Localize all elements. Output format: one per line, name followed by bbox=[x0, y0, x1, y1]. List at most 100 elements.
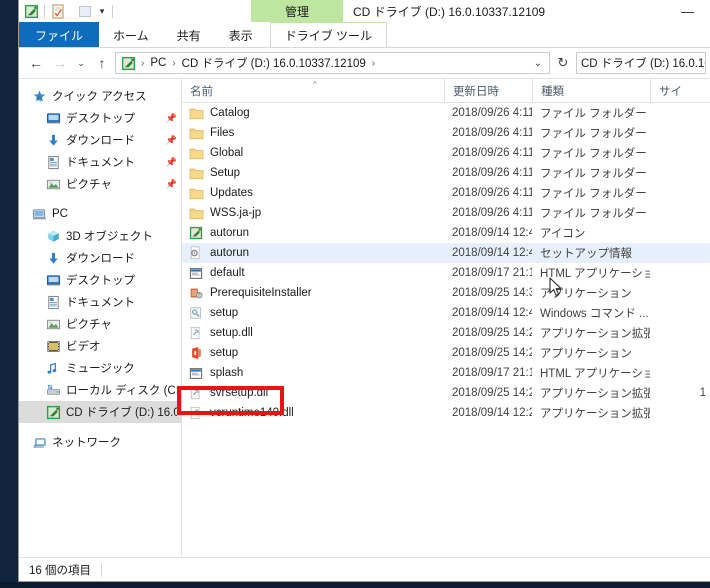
address-dropdown-icon[interactable]: ⌄ bbox=[529, 58, 547, 69]
file-name-cell: setup bbox=[182, 305, 444, 321]
dll-icon bbox=[188, 405, 204, 421]
table-row[interactable]: setup 2018/09/14 12:49 Windows コマンド ... bbox=[182, 303, 710, 323]
tab-view[interactable]: 表示 bbox=[215, 22, 267, 48]
folder-icon bbox=[188, 165, 204, 181]
sidebar-item-pc[interactable]: PC bbox=[19, 203, 181, 225]
table-row[interactable]: autorun 2018/09/14 12:49 アイコン bbox=[182, 223, 710, 243]
table-row[interactable]: Catalog 2018/09/26 4:11 ファイル フォルダー bbox=[182, 103, 710, 123]
breadcrumb-item-pc[interactable]: PC bbox=[147, 57, 169, 69]
dll-icon bbox=[188, 385, 204, 401]
dll-icon bbox=[188, 325, 204, 341]
cd-drive-icon[interactable] bbox=[21, 1, 41, 21]
column-header-name[interactable]: ^ 名前 bbox=[182, 79, 444, 102]
sidebar-item-desktop[interactable]: デスクトップ 📌 bbox=[19, 107, 181, 129]
pin-icon[interactable]: 📌 bbox=[166, 157, 177, 168]
column-header-date[interactable]: 更新日時 bbox=[444, 79, 532, 102]
nav-group-gap-1 bbox=[19, 195, 181, 203]
table-row[interactable]: vcruntime140.dll 2018/09/14 12:28 アプリケーシ… bbox=[182, 403, 710, 423]
sidebar-item-downloads[interactable]: ダウンロード 📌 bbox=[19, 129, 181, 151]
file-name-cell: default bbox=[182, 265, 444, 281]
table-row[interactable]: Updates 2018/09/26 4:11 ファイル フォルダー bbox=[182, 183, 710, 203]
breadcrumb-root-icon-wrap[interactable] bbox=[119, 56, 138, 71]
sidebar-item-label: ドキュメント bbox=[66, 157, 135, 169]
file-size-cell: 1 bbox=[699, 387, 706, 399]
sidebar-item-pictures-pc[interactable]: ピクチャ bbox=[19, 313, 181, 335]
file-type-cell: アプリケーション bbox=[540, 288, 632, 300]
desktop-icon bbox=[45, 110, 61, 126]
documents-icon bbox=[45, 154, 61, 170]
new-folder-icon[interactable] bbox=[75, 1, 95, 21]
recent-locations-button[interactable]: ⌄ bbox=[73, 52, 89, 74]
sidebar-item-documents[interactable]: ドキュメント 📌 bbox=[19, 151, 181, 173]
sidebar-item-label: ピクチャ bbox=[66, 319, 112, 331]
file-name-text: splash bbox=[210, 367, 244, 379]
file-name-text: vcruntime140.dll bbox=[210, 407, 294, 419]
file-type-cell: ファイル フォルダー bbox=[540, 108, 647, 120]
sidebar-item-local-disk-c[interactable]: ローカル ディスク (C:) bbox=[19, 379, 181, 401]
file-date-cell: 2018/09/26 4:11 bbox=[452, 107, 532, 119]
sort-ascending-icon: ^ bbox=[313, 80, 317, 89]
sidebar-item-desktop-pc[interactable]: デスクトップ bbox=[19, 269, 181, 291]
videos-icon bbox=[45, 338, 61, 354]
pin-icon[interactable]: 📌 bbox=[166, 113, 177, 124]
file-name-cell: Files bbox=[182, 125, 444, 141]
table-row[interactable]: default 2018/09/17 21:17 HTML アプリケーション bbox=[182, 263, 710, 283]
table-row[interactable]: PrerequisiteInstaller 2018/09/25 14:32 ア… bbox=[182, 283, 710, 303]
table-row[interactable]: svrsetup.dll 2018/09/25 14:27 アプリケーション拡張… bbox=[182, 383, 710, 403]
file-name-text: Updates bbox=[210, 187, 253, 199]
forward-button[interactable]: → bbox=[49, 52, 71, 74]
installer-icon bbox=[188, 285, 204, 301]
table-row[interactable]: setup 2018/09/25 14:26 アプリケーション bbox=[182, 343, 710, 363]
table-row[interactable]: Setup 2018/09/26 4:11 ファイル フォルダー bbox=[182, 163, 710, 183]
pin-icon[interactable]: 📌 bbox=[166, 135, 177, 146]
file-name-cell: autorun bbox=[182, 245, 444, 261]
explorer-body: クイック アクセス デスクトップ 📌 ダウンロード 📌 ドキュメント 📌 ピクチ… bbox=[19, 78, 710, 557]
tab-home[interactable]: ホーム bbox=[99, 22, 163, 48]
breadcrumb-separator-1[interactable]: › bbox=[169, 58, 178, 69]
sidebar-item-downloads-pc[interactable]: ダウンロード bbox=[19, 247, 181, 269]
sidebar-item-pictures[interactable]: ピクチャ 📌 bbox=[19, 173, 181, 195]
file-name-cell: PrerequisiteInstaller bbox=[182, 285, 444, 301]
table-row[interactable]: Files 2018/09/26 4:11 ファイル フォルダー bbox=[182, 123, 710, 143]
tab-file[interactable]: ファイル bbox=[19, 22, 100, 48]
pin-icon[interactable]: 📌 bbox=[166, 179, 177, 190]
table-row[interactable]: setup.dll 2018/09/25 14:26 アプリケーション拡張 bbox=[182, 323, 710, 343]
tab-share[interactable]: 共有 bbox=[163, 22, 215, 48]
sidebar-item-documents-pc[interactable]: ドキュメント bbox=[19, 291, 181, 313]
search-input-value: CD ドライブ (D:) 16.0.103 bbox=[581, 58, 706, 70]
navigation-pane: クイック アクセス デスクトップ 📌 ダウンロード 📌 ドキュメント 📌 ピクチ… bbox=[19, 79, 182, 557]
sidebar-item-cd-drive-d[interactable]: CD ドライブ (D:) 16.0. bbox=[19, 401, 181, 423]
up-button[interactable]: ↑ bbox=[91, 52, 113, 74]
tab-drive-tools[interactable]: ドライブ ツール bbox=[269, 22, 388, 48]
sidebar-item-3d-objects[interactable]: 3D オブジェクト bbox=[19, 225, 181, 247]
column-header-date-label: 更新日時 bbox=[453, 85, 499, 98]
search-input[interactable]: CD ドライブ (D:) 16.0.103 bbox=[576, 52, 706, 74]
breadcrumb-separator-2[interactable]: › bbox=[369, 58, 378, 69]
table-row[interactable]: WSS.ja-jp 2018/09/26 4:11 ファイル フォルダー bbox=[182, 203, 710, 223]
column-header-size[interactable]: サイ bbox=[650, 79, 710, 102]
table-row[interactable]: Global 2018/09/26 4:11 ファイル フォルダー bbox=[182, 143, 710, 163]
sidebar-item-label: ビデオ bbox=[66, 341, 101, 353]
minimize-button[interactable]: — bbox=[665, 0, 710, 22]
breadcrumb-item-cd-drive[interactable]: CD ドライブ (D:) 16.0.10337.12109 bbox=[179, 55, 369, 71]
breadcrumb-separator-0[interactable]: › bbox=[138, 58, 147, 69]
sidebar-item-videos[interactable]: ビデオ bbox=[19, 335, 181, 357]
back-button[interactable]: ← bbox=[25, 52, 47, 74]
sidebar-item-quick-access[interactable]: クイック アクセス bbox=[19, 85, 181, 107]
table-row[interactable]: autorun 2018/09/14 12:49 セットアップ情報 bbox=[182, 243, 710, 263]
network-icon bbox=[31, 434, 47, 450]
folder-icon bbox=[188, 125, 204, 141]
screen: ▾ 管理 CD ドライブ (D:) 16.0.10337.12109 — ファイ… bbox=[0, 0, 710, 588]
customize-caret-icon[interactable]: ▾ bbox=[95, 1, 109, 21]
file-name-cell: vcruntime140.dll bbox=[182, 405, 444, 421]
refresh-button[interactable]: ↻ bbox=[552, 52, 574, 74]
column-header-type[interactable]: 種類 bbox=[532, 79, 650, 102]
sidebar-item-network[interactable]: ネットワーク bbox=[19, 431, 181, 453]
breadcrumb-bar[interactable]: › PC › CD ドライブ (D:) 16.0.10337.12109 › ⌄ bbox=[115, 52, 550, 74]
sidebar-item-music[interactable]: ミュージック bbox=[19, 357, 181, 379]
properties-icon[interactable] bbox=[48, 1, 68, 21]
qat-separator-3 bbox=[112, 4, 113, 18]
table-row[interactable]: splash 2018/09/17 21:17 HTML アプリケーション bbox=[182, 363, 710, 383]
status-bar: 16 個の項目 bbox=[19, 557, 710, 581]
window-title: CD ドライブ (D:) 16.0.10337.12109 bbox=[353, 0, 545, 22]
